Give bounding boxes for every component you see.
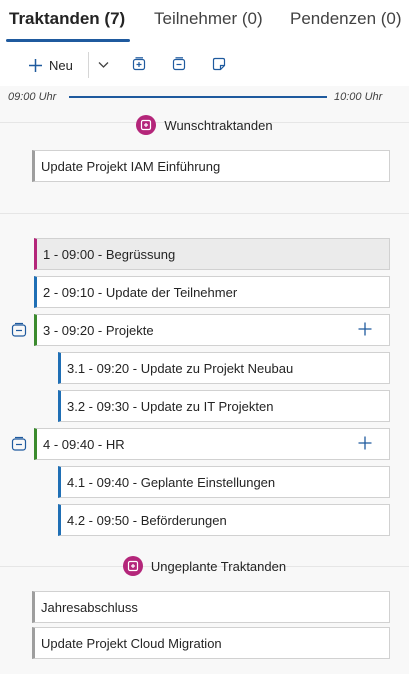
collapse-all-button[interactable] [171,56,187,72]
tab-traktanden[interactable]: Traktanden (7) [9,9,125,29]
plus-icon [358,322,372,336]
tab-bar: Traktanden (7) Teilnehmer (0) Pendenzen … [0,0,409,44]
item-label: Update Projekt IAM Einführung [41,158,221,174]
tab-pendenzen[interactable]: Pendenzen (0) [290,9,402,29]
new-dropdown-button[interactable] [94,55,112,75]
item-label: 3 - 09:20 - Projekte [43,322,154,338]
timeline-bar [69,96,327,98]
agenda-item[interactable]: 2 - 09:10 - Update der Teilnehmer [34,276,390,308]
timeline-start: 09:00 Uhr [8,91,57,103]
item-label: 3.2 - 09:30 - Update zu IT Projekten [67,398,274,414]
item-label: 1 - 09:00 - Begrüssung [43,246,176,262]
agenda-subitem[interactable]: 3.1 - 09:20 - Update zu Projekt Neubau [58,352,390,384]
timeline: 09:00 Uhr 10:00 Uhr [0,86,409,112]
sticky-note-icon [212,57,226,71]
expand-all-icon [132,57,146,71]
agenda-item[interactable]: 3 - 09:20 - Projekte [34,314,390,346]
item-label: 2 - 09:10 - Update der Teilnehmer [43,284,238,300]
collapse-icon [11,322,27,337]
expand-all-button[interactable] [131,56,147,72]
new-button-label: Neu [49,57,73,73]
timeline-end: 10:00 Uhr [334,91,383,103]
active-tab-indicator [6,39,130,42]
add-subitem-button[interactable] [357,321,373,337]
new-button[interactable]: Neu [28,53,73,77]
agenda-subitem[interactable]: 4.2 - 09:50 - Beförderungen [58,504,390,536]
agenda-item-icon [122,556,143,576]
agenda-subitem[interactable]: 3.2 - 09:30 - Update zu IT Projekten [58,390,390,422]
note-button[interactable] [211,56,227,72]
wunsch-item[interactable]: Update Projekt IAM Einführung [32,150,390,182]
chevron-down-icon [98,62,108,68]
collapse-icon [11,436,27,451]
section-wunschtraktanden: Wunschtraktanden [0,114,409,136]
agenda-item-icon [136,115,157,135]
divider [0,213,409,214]
toolbar: Neu [0,44,409,86]
section-ungeplante: Ungeplante Traktanden [0,555,409,577]
agenda-item[interactable]: 1 - 09:00 - Begrüssung [34,238,390,270]
tab-teilnehmer[interactable]: Teilnehmer (0) [154,9,263,29]
item-label: 3.1 - 09:20 - Update zu Projekt Neubau [67,360,294,376]
section-title: Ungeplante Traktanden [150,558,287,574]
collapse-all-icon [172,57,186,71]
collapse-button[interactable] [11,322,27,338]
toolbar-separator [88,52,89,78]
add-subitem-button[interactable] [357,435,373,451]
item-label: 4.2 - 09:50 - Beförderungen [67,512,227,528]
section-title: Wunschtraktanden [164,117,273,133]
collapse-button[interactable] [11,436,27,452]
agenda-subitem[interactable]: 4.1 - 09:40 - Geplante Einstellungen [58,466,390,498]
plus-icon [29,58,42,72]
item-label: Jahresabschluss [41,599,138,615]
agenda-item[interactable]: 4 - 09:40 - HR [34,428,390,460]
unplanned-item[interactable]: Jahresabschluss [32,591,390,623]
item-label: 4 - 09:40 - HR [43,436,125,452]
plus-icon [358,436,372,450]
item-label: 4.1 - 09:40 - Geplante Einstellungen [67,474,276,490]
item-label: Update Projekt Cloud Migration [41,635,222,651]
unplanned-item[interactable]: Update Projekt Cloud Migration [32,627,390,659]
